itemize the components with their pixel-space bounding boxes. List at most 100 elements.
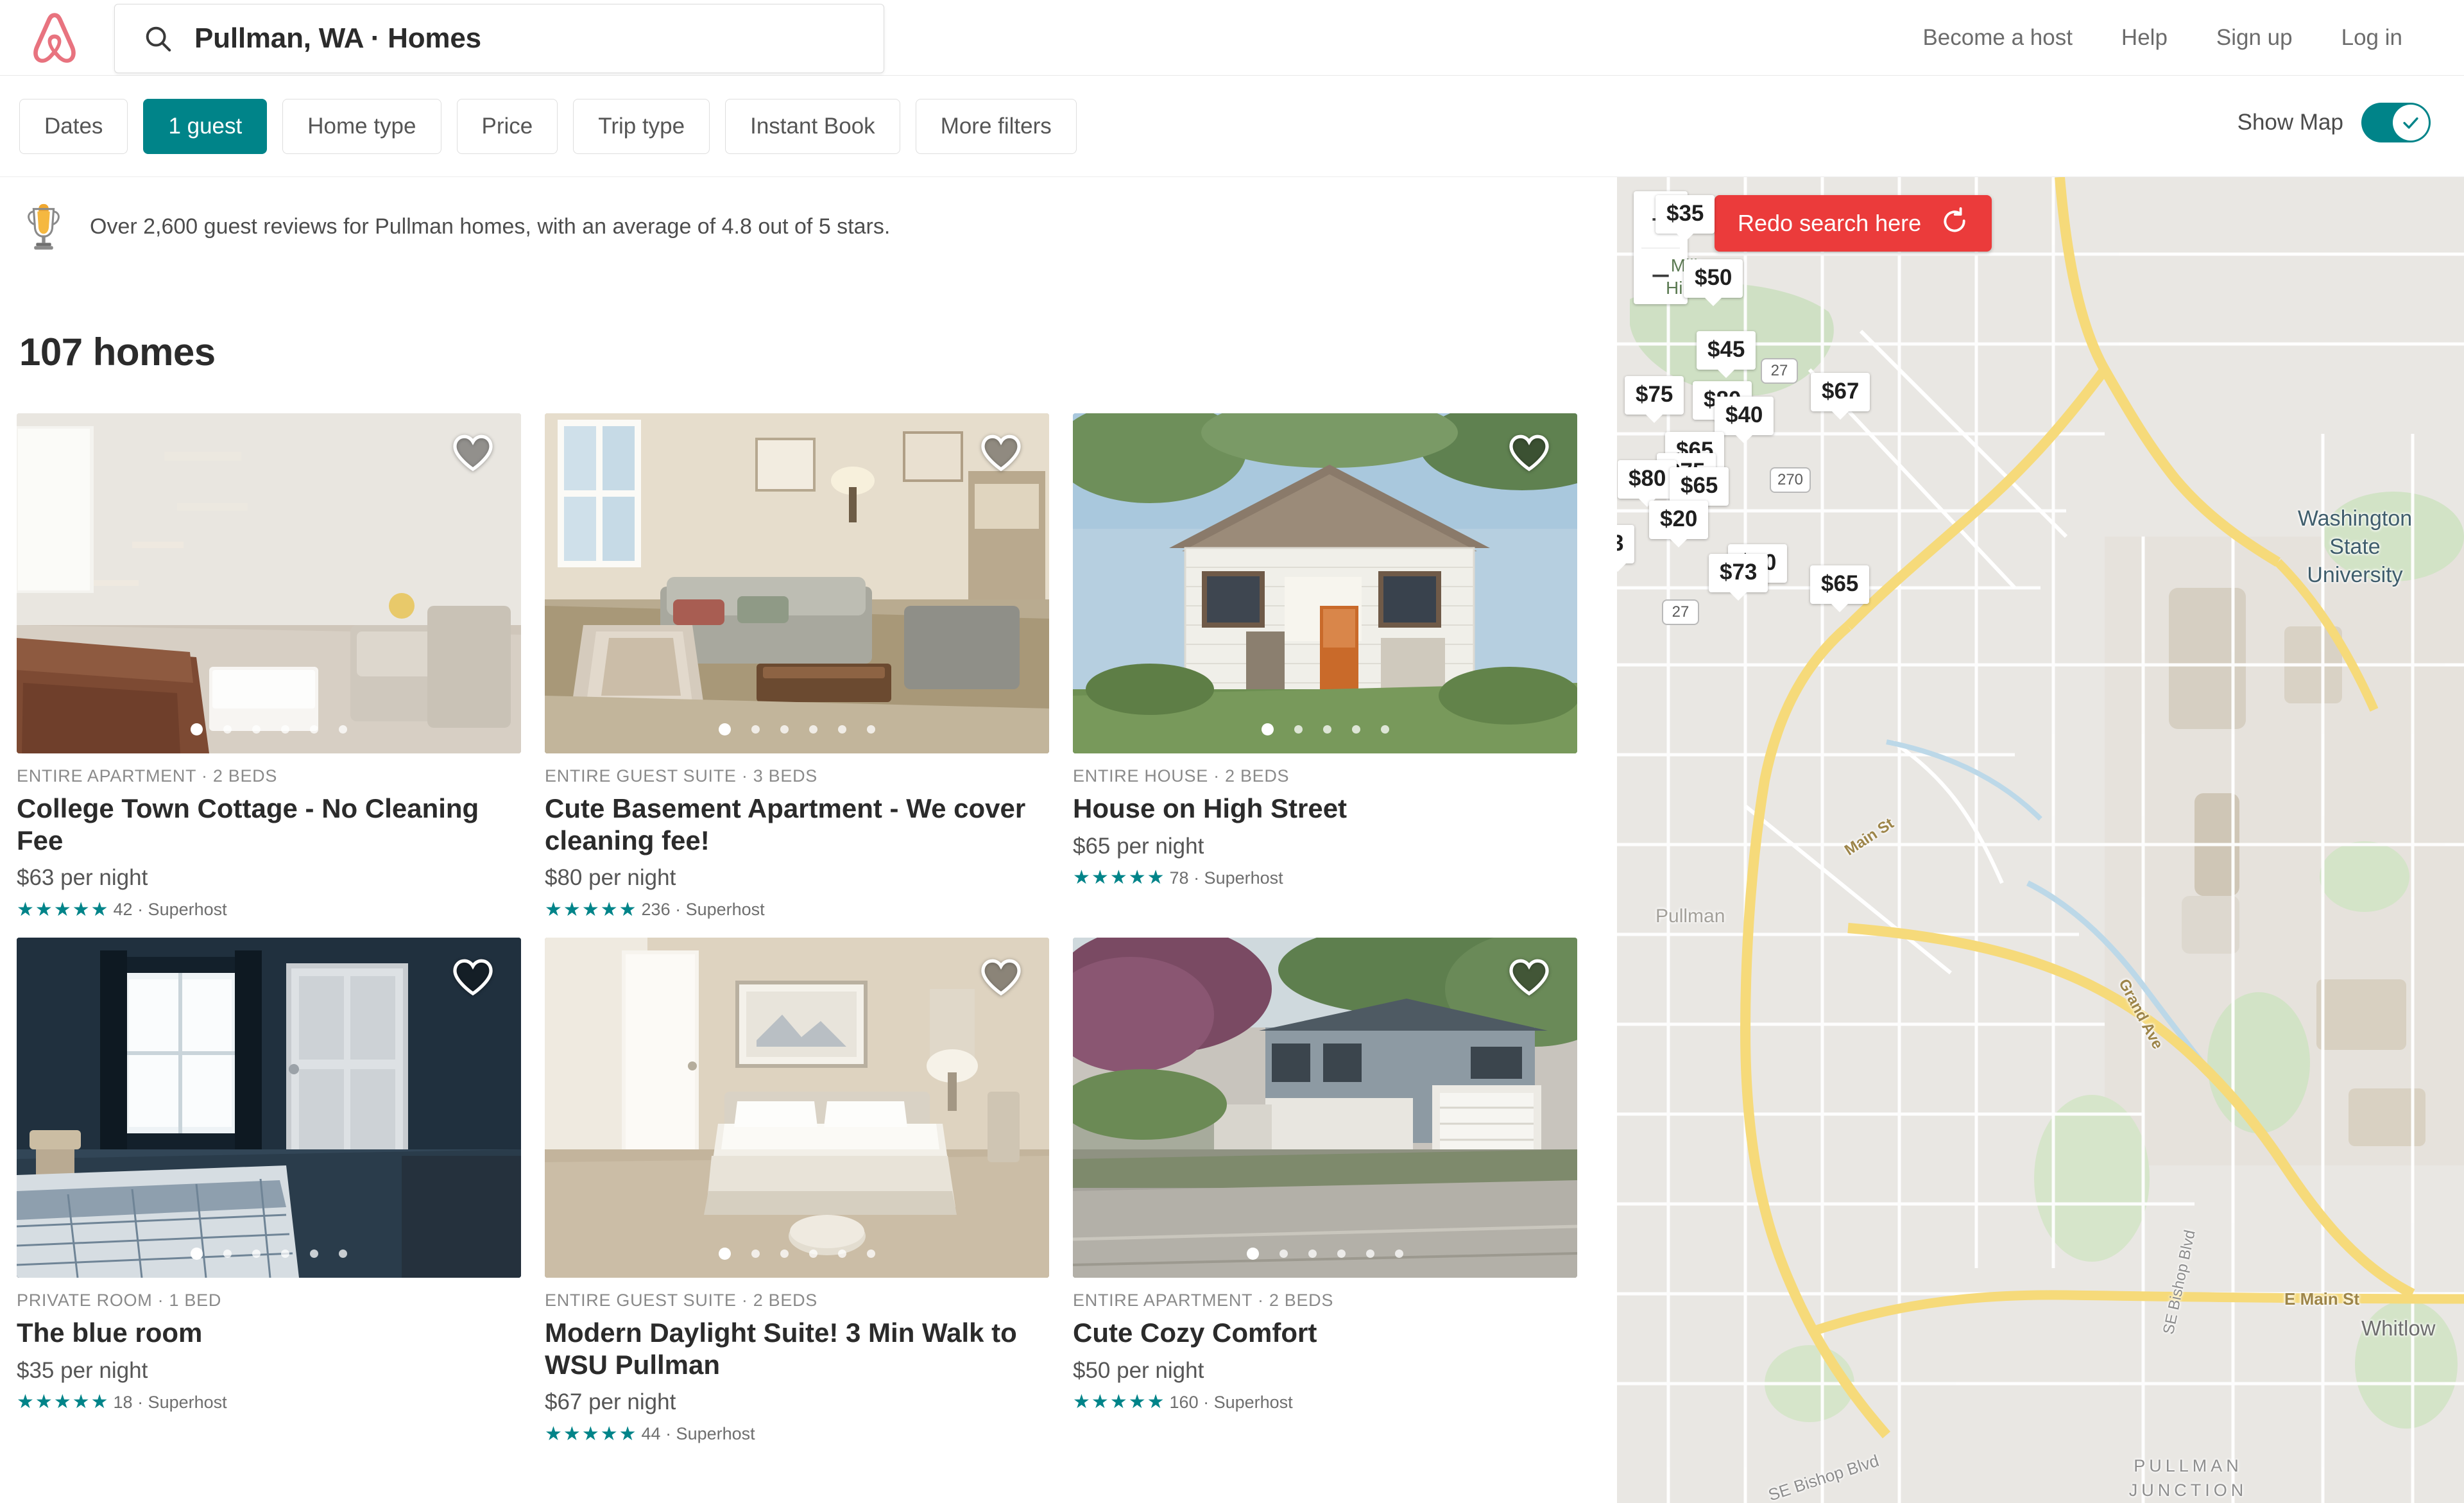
carousel-dot[interactable] <box>1247 1248 1259 1260</box>
carousel-dot[interactable] <box>281 725 289 734</box>
carousel-dot[interactable] <box>719 1248 731 1260</box>
heart-icon[interactable] <box>452 433 494 472</box>
listing-photo[interactable] <box>545 938 1049 1278</box>
map-price-pin[interactable]: $35 <box>1656 195 1715 234</box>
carousel-dot[interactable] <box>809 1250 817 1258</box>
carousel-dot[interactable] <box>339 725 347 734</box>
carousel-dot[interactable] <box>751 1250 760 1258</box>
photo-carousel-dots[interactable] <box>545 1248 1049 1260</box>
carousel-dot[interactable] <box>310 1250 318 1258</box>
heart-icon[interactable] <box>452 957 494 997</box>
listing-reviews: 44 · Superhost <box>641 1424 755 1444</box>
airbnb-logo-icon[interactable] <box>27 9 82 68</box>
carousel-dot[interactable] <box>1322 725 1331 734</box>
carousel-dot[interactable] <box>867 1250 875 1258</box>
heart-icon[interactable] <box>1508 433 1550 472</box>
listing-meta: PRIVATE ROOM · 1 BED <box>17 1291 222 1310</box>
carousel-dot[interactable] <box>252 725 261 734</box>
filter-chip-instant-book[interactable]: Instant Book <box>725 99 900 154</box>
zoom-out-button[interactable]: − <box>1634 248 1688 305</box>
listing-title[interactable]: Modern Daylight Suite! 3 Min Walk to WSU… <box>545 1317 1045 1380</box>
listing-photo[interactable] <box>1073 938 1577 1278</box>
listing-photo[interactable] <box>17 413 521 753</box>
heart-icon[interactable] <box>980 433 1022 472</box>
carousel-dot[interactable] <box>1261 723 1274 735</box>
carousel-dot[interactable] <box>838 725 846 734</box>
photo-carousel-dots[interactable] <box>545 723 1049 735</box>
filter-chip-trip-type[interactable]: Trip type <box>573 99 710 154</box>
photo-carousel-dots[interactable] <box>1073 1248 1577 1260</box>
carousel-dot[interactable] <box>780 725 789 734</box>
nav-become-a-host[interactable]: Become a host <box>1898 25 2096 51</box>
check-icon <box>2403 117 2418 129</box>
photo-carousel-dots[interactable] <box>17 1248 521 1260</box>
listing-card[interactable]: PRIVATE ROOM · 1 BED The blue room $35 p… <box>17 938 545 1444</box>
map-price-pin[interactable]: $75 <box>1625 376 1684 415</box>
search-input[interactable]: Pullman, WA · Homes <box>114 4 884 73</box>
carousel-dot[interactable] <box>838 1250 846 1258</box>
map-panel[interactable]: + − Redo search here Military Hill Park … <box>1617 177 2464 1503</box>
show-map-toggle[interactable] <box>2361 103 2431 142</box>
carousel-dot[interactable] <box>1308 1250 1317 1258</box>
carousel-dot[interactable] <box>191 723 203 735</box>
listing-title[interactable]: The blue room <box>17 1317 517 1349</box>
listing-title[interactable]: Cute Cozy Comfort <box>1073 1317 1573 1349</box>
carousel-dot[interactable] <box>1337 1250 1346 1258</box>
carousel-dot[interactable] <box>1366 1250 1374 1258</box>
listing-reviews: 160 · Superhost <box>1169 1392 1293 1412</box>
map-price-pin[interactable]: $45 <box>1697 331 1756 370</box>
carousel-dot[interactable] <box>867 725 875 734</box>
carousel-dot[interactable] <box>339 1250 347 1258</box>
listing-card[interactable]: ENTIRE GUEST SUITE · 3 BEDS Cute Basemen… <box>545 413 1073 920</box>
nav-sign-up[interactable]: Sign up <box>2192 25 2317 51</box>
carousel-dot[interactable] <box>809 725 817 734</box>
carousel-dot[interactable] <box>1279 1250 1288 1258</box>
listing-photo[interactable] <box>1073 413 1577 753</box>
filter-chip-guests[interactable]: 1 guest <box>143 99 268 154</box>
carousel-dot[interactable] <box>780 1250 789 1258</box>
listing-photo[interactable] <box>17 938 521 1278</box>
map-price-pin-partial[interactable]: 3 <box>1617 525 1635 563</box>
listing-card[interactable]: ENTIRE GUEST SUITE · 2 BEDS Modern Dayli… <box>545 938 1073 1444</box>
star-rating-icon: ★ ★ ★ ★ ★ <box>545 1423 637 1445</box>
map-price-pin[interactable]: $73 <box>1709 554 1768 592</box>
carousel-dot[interactable] <box>191 1248 203 1260</box>
filter-chip-price[interactable]: Price <box>456 99 558 154</box>
filter-chip-more-filters[interactable]: More filters <box>915 99 1077 154</box>
heart-icon[interactable] <box>1508 957 1550 997</box>
photo-carousel-dots[interactable] <box>1073 723 1577 735</box>
listing-title[interactable]: College Town Cottage - No Cleaning Fee <box>17 793 517 856</box>
carousel-dot[interactable] <box>223 725 232 734</box>
map-price-pin[interactable]: $65 <box>1810 565 1870 604</box>
listing-photo[interactable] <box>545 413 1049 753</box>
redo-search-button[interactable]: Redo search here <box>1715 195 1992 252</box>
map-price-pin[interactable]: $67 <box>1811 373 1870 411</box>
carousel-dot[interactable] <box>281 1250 289 1258</box>
carousel-dot[interactable] <box>1351 725 1360 734</box>
carousel-dot[interactable] <box>310 725 318 734</box>
map-price-pin[interactable]: $20 <box>1649 501 1709 539</box>
listing-card[interactable]: ENTIRE HOUSE · 2 BEDS House on High Stre… <box>1073 413 1601 920</box>
carousel-dot[interactable] <box>223 1250 232 1258</box>
listing-title[interactable]: House on High Street <box>1073 793 1573 825</box>
nav-help[interactable]: Help <box>2097 25 2192 51</box>
photo-carousel-dots[interactable] <box>17 723 521 735</box>
map-price-pin[interactable]: $80 <box>1618 460 1677 499</box>
filter-chip-dates[interactable]: Dates <box>19 99 128 154</box>
carousel-dot[interactable] <box>719 723 731 735</box>
filter-chip-home-type[interactable]: Home type <box>282 99 441 154</box>
heart-icon[interactable] <box>980 957 1022 997</box>
listing-title[interactable]: Cute Basement Apartment - We cover clean… <box>545 793 1045 856</box>
header-nav: Become a host Help Sign up Log in <box>1898 0 2427 76</box>
carousel-dot[interactable] <box>1380 725 1389 734</box>
listing-card[interactable]: ENTIRE APARTMENT · 2 BEDS College Town C… <box>17 413 545 920</box>
carousel-dot[interactable] <box>1294 725 1303 734</box>
carousel-dot[interactable] <box>1395 1250 1403 1258</box>
nav-log-in[interactable]: Log in <box>2317 25 2427 51</box>
carousel-dot[interactable] <box>751 725 760 734</box>
carousel-dot[interactable] <box>252 1250 261 1258</box>
listing-card[interactable]: ENTIRE APARTMENT · 2 BEDS Cute Cozy Comf… <box>1073 938 1601 1444</box>
map-price-pin[interactable]: $40 <box>1715 397 1774 435</box>
map-price-pin[interactable]: $50 <box>1684 259 1743 298</box>
map-price-pin[interactable]: $65 <box>1670 467 1729 506</box>
